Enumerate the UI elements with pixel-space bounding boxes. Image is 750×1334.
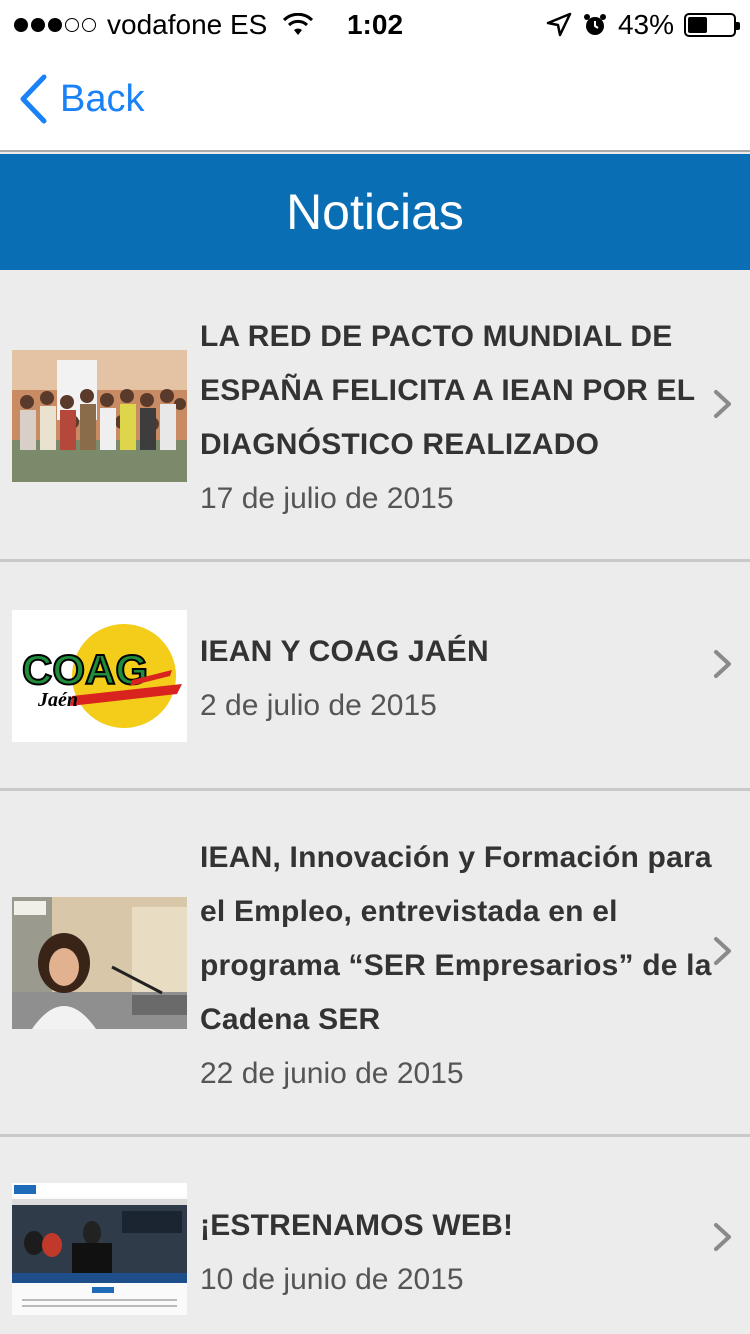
news-item[interactable]: COAG Jaén IEAN Y COAG JAÉN 2 de julio de… [0, 562, 750, 791]
news-title: ¡ESTRENAMOS WEB! [200, 1209, 514, 1242]
battery-icon [684, 13, 740, 37]
chevron-right-icon [714, 937, 731, 965]
news-text: IEAN Y COAG JAÉN 2 de julio de 2015 [200, 625, 715, 733]
news-item[interactable]: ¡ESTRENAMOS WEB! 10 de junio de 2015 [0, 1137, 750, 1334]
news-title: IEAN Y COAG JAÉN [200, 635, 489, 668]
news-item[interactable]: IEAN, Innovación y Formación para el Emp… [0, 791, 750, 1137]
news-text: IEAN, Innovación y Formación para el Emp… [200, 831, 715, 1101]
location-arrow-icon [546, 12, 572, 37]
chevron-left-icon [20, 74, 47, 124]
news-date: 2 de julio de 2015 [200, 689, 437, 722]
news-thumbnail-website-screenshot [12, 1183, 187, 1315]
coag-logo-subtext: Jaén [37, 689, 78, 711]
chevron-right-icon [714, 650, 731, 678]
coag-logo-text: COAG [22, 646, 148, 693]
back-button[interactable]: Back [18, 74, 144, 124]
news-thumbnail-coag-logo: COAG Jaén [12, 610, 187, 742]
page-title: Noticias [286, 184, 464, 240]
battery-percent: 43% [617, 9, 674, 40]
navigation-bar: Back [0, 50, 750, 152]
back-label: Back [60, 77, 145, 120]
news-date: 17 de julio de 2015 [200, 482, 454, 515]
alarm-clock-icon [583, 14, 606, 35]
news-text: LA RED DE PACTO MUNDIAL DE ESPAÑA FELICI… [200, 310, 715, 526]
news-date: 10 de junio de 2015 [200, 1263, 464, 1296]
status-bar: vodafone ES 1:02 43% [0, 0, 750, 50]
chevron-right-icon [714, 1223, 731, 1251]
news-date: 22 de junio de 2015 [200, 1057, 464, 1090]
chevron-right-icon [714, 390, 731, 418]
news-item[interactable]: LA RED DE PACTO MUNDIAL DE ESPAÑA FELICI… [0, 270, 750, 562]
news-thumbnail-radio-photo [12, 897, 187, 1029]
news-title: IEAN, Innovación y Formación para el Emp… [200, 841, 712, 1036]
news-title: LA RED DE PACTO MUNDIAL DE ESPAÑA FELICI… [200, 320, 695, 461]
news-text: ¡ESTRENAMOS WEB! 10 de junio de 2015 [200, 1199, 715, 1307]
status-right: 43% [546, 9, 740, 41]
news-thumbnail-group-photo [12, 350, 187, 482]
section-header: Noticias [0, 154, 750, 270]
